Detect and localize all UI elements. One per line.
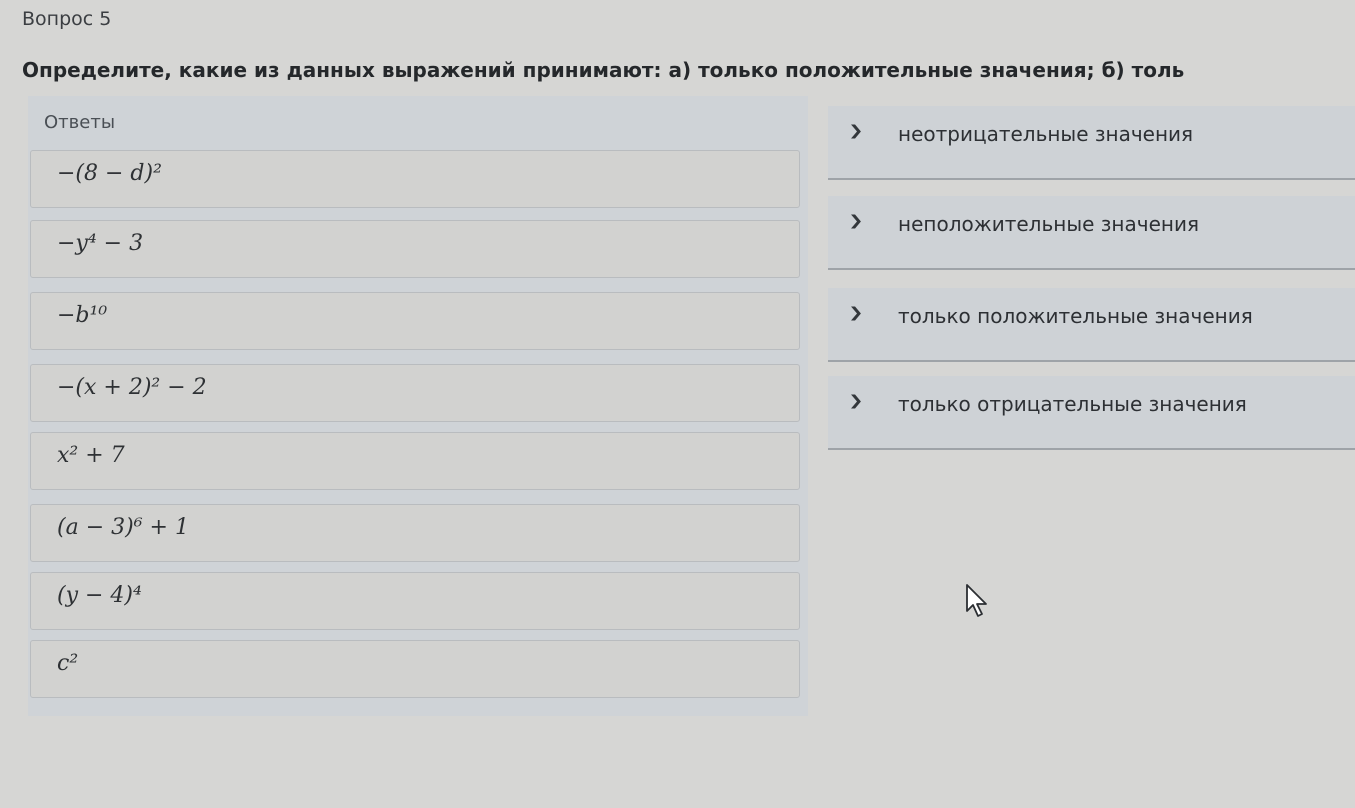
chevron-down-icon[interactable]: ❯ — [848, 123, 863, 139]
answer-card[interactable]: −y⁴ − 3 — [30, 220, 800, 278]
chevron-down-icon[interactable]: ❯ — [848, 393, 863, 409]
drop-zone-only-positive[interactable]: ❯ только положительные значения — [828, 288, 1355, 362]
answer-expression: −(8 − d)² — [57, 161, 162, 186]
answer-card[interactable]: x² + 7 — [30, 432, 800, 490]
answer-expression: (y − 4)⁴ — [57, 583, 142, 608]
drop-zone-nonpositive[interactable]: ❯ неположительные значения — [828, 196, 1355, 270]
answer-expression: −b¹⁰ — [57, 303, 108, 328]
drop-zone-label: только отрицательные значения — [898, 392, 1247, 416]
drop-zone-label: только положительные значения — [898, 304, 1253, 328]
drop-zone-nonnegative[interactable]: ❯ неотрицательные значения — [828, 106, 1355, 180]
answer-card[interactable]: −(x + 2)² − 2 — [30, 364, 800, 422]
answer-expression: c² — [57, 651, 79, 676]
chevron-down-icon[interactable]: ❯ — [848, 305, 863, 321]
drop-zone-label: неотрицательные значения — [898, 122, 1194, 146]
drop-zone-only-negative[interactable]: ❯ только отрицательные значения — [828, 376, 1355, 450]
answer-expression: (a − 3)⁶ + 1 — [57, 515, 189, 540]
drop-zone-label: неположительные значения — [898, 212, 1199, 236]
answer-card[interactable]: c² — [30, 640, 800, 698]
answer-expression: −(x + 2)² − 2 — [57, 375, 207, 400]
answer-card[interactable]: (y − 4)⁴ — [30, 572, 800, 630]
chevron-down-icon[interactable]: ❯ — [848, 213, 863, 229]
answer-expression: −y⁴ − 3 — [57, 231, 144, 256]
mouse-cursor-icon — [966, 584, 987, 617]
answers-label: Ответы — [44, 112, 116, 133]
answer-card[interactable]: −b¹⁰ — [30, 292, 800, 350]
question-text: Определите, какие из данных выражений пр… — [22, 58, 1185, 82]
question-number: Вопрос 5 — [22, 8, 112, 30]
answer-expression: x² + 7 — [57, 443, 125, 468]
answer-card[interactable]: −(8 − d)² — [30, 150, 800, 208]
answer-card[interactable]: (a − 3)⁶ + 1 — [30, 504, 800, 562]
